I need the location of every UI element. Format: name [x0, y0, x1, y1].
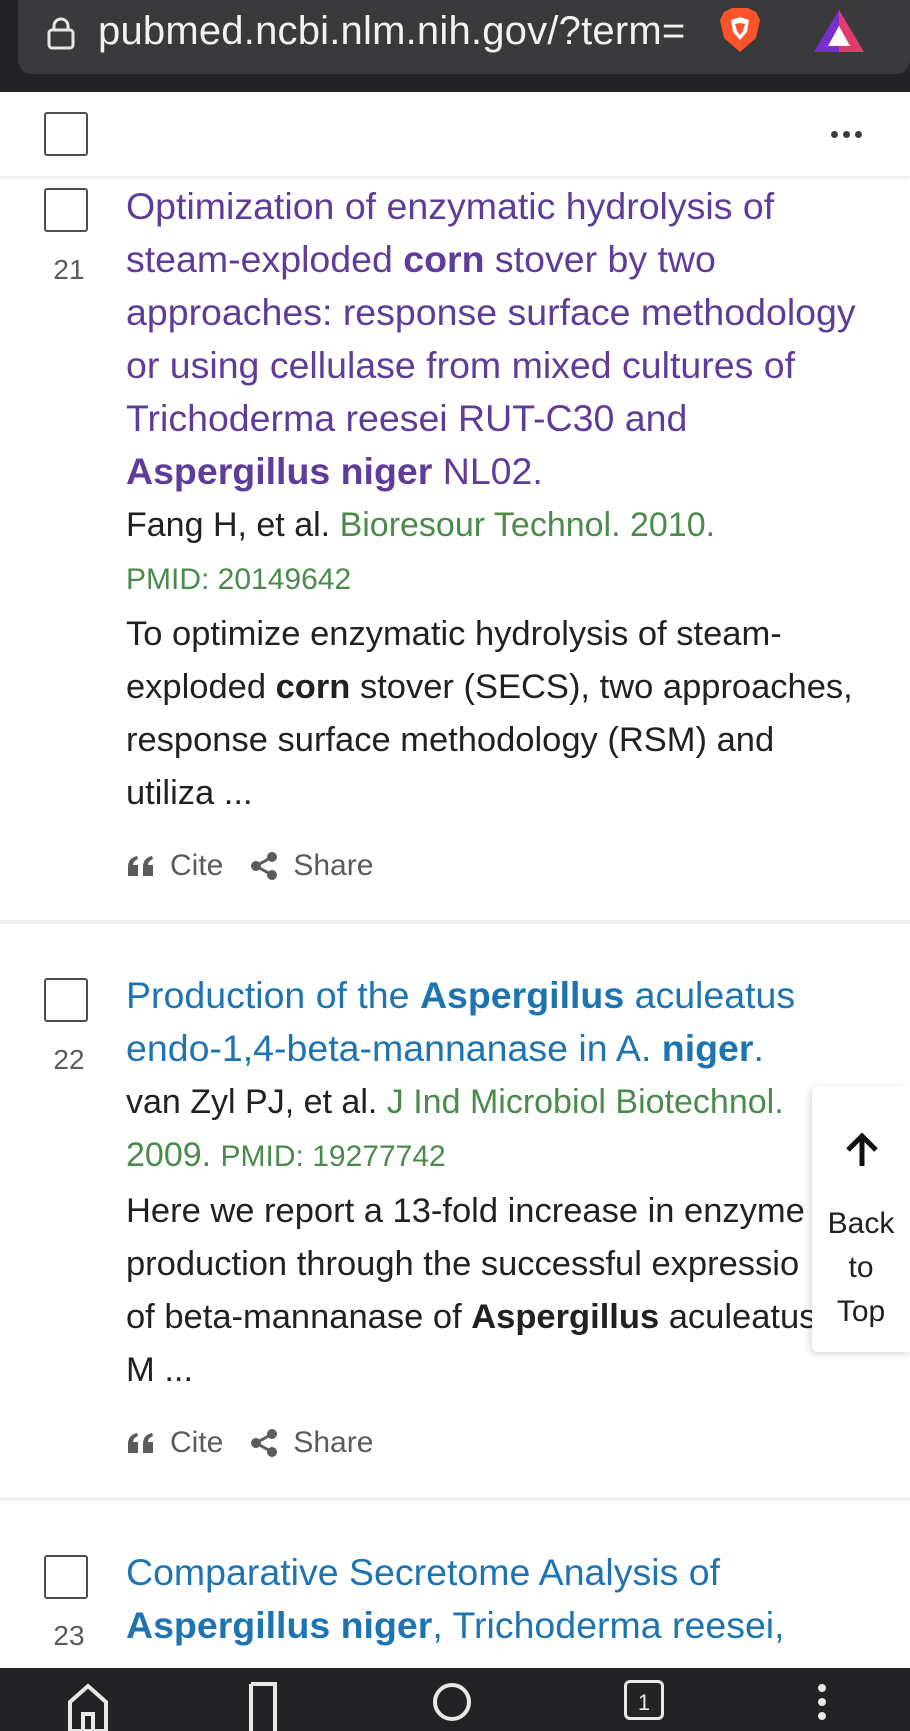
share-button[interactable]: Share [249, 1426, 373, 1460]
result-divider [0, 920, 910, 924]
result-pmid: PMID: 19277742 [220, 1140, 446, 1173]
result-journal: Bioresour Technol. 2010. [339, 506, 716, 544]
quote-icon [128, 856, 153, 876]
home-icon[interactable] [66, 1680, 110, 1731]
cite-label: Cite [170, 1426, 224, 1459]
cite-button[interactable]: Cite [126, 849, 223, 883]
result-number: 22 [53, 1044, 85, 1075]
cite-button[interactable]: Cite [126, 1426, 223, 1460]
result-authors: Fang H, et al. [126, 506, 331, 544]
select-all-checkbox[interactable] [44, 112, 88, 156]
back-to-top-button[interactable]: Back to Top [812, 1086, 910, 1352]
menu-icon[interactable] [812, 1680, 832, 1731]
result-snippet: Here we report a 13-fold increase in enz… [126, 1192, 817, 1389]
result-title-link[interactable]: Optimization of enzymatic hydrolysis of … [126, 180, 856, 498]
search-icon[interactable] [430, 1680, 474, 1731]
result-snippet: To optimize enzymatic hydrolysis of stea… [126, 615, 853, 812]
result-checkbox[interactable] [44, 188, 88, 232]
cite-label: Cite [170, 849, 224, 882]
arrow-up-icon [846, 1132, 878, 1166]
share-label: Share [293, 849, 374, 882]
result-actions: Cite Share [126, 1423, 399, 1463]
browser-bottom-bar: 1 [0, 1668, 910, 1731]
tabs-count-button[interactable]: 1 [624, 1680, 664, 1720]
result-checkbox[interactable] [44, 1555, 88, 1599]
bookmark-icon[interactable] [248, 1680, 278, 1731]
back-to-top-label: Back to Top [827, 1207, 895, 1328]
brave-shield-icon[interactable] [714, 4, 766, 56]
result-citation: van Zyl PJ, et al. J Ind Microbiol Biote… [126, 1076, 816, 1183]
result-authors: van Zyl PJ, et al. [126, 1083, 378, 1121]
browser-toolbar: pubmed.ncbi.nlm.nih.gov/?term= [0, 0, 910, 92]
url-text[interactable]: pubmed.ncbi.nlm.nih.gov/?term= [98, 6, 685, 56]
share-label: Share [293, 1426, 374, 1459]
result-pmid: PMID: 20149642 [126, 563, 352, 596]
share-button[interactable]: Share [249, 849, 373, 883]
result-title-link[interactable]: Production of the Aspergillus aculeatus … [126, 969, 856, 1075]
result-citation: Fang H, et al. Bioresour Technol. 2010. [126, 499, 846, 552]
result-number: 23 [53, 1620, 85, 1651]
result-title-link[interactable]: Comparative Secretome Analysis of Asperg… [126, 1546, 856, 1652]
result-checkbox[interactable] [44, 978, 88, 1022]
result-divider [0, 1497, 910, 1501]
result-number: 21 [53, 254, 85, 285]
lock-icon [47, 17, 75, 50]
quote-icon [128, 1433, 153, 1453]
brave-rewards-icon[interactable] [812, 8, 866, 54]
more-options-icon[interactable] [826, 114, 866, 154]
result-actions: Cite Share [126, 846, 399, 886]
share-icon [251, 852, 278, 880]
select-all-bar [0, 92, 910, 176]
share-icon [251, 1429, 278, 1457]
